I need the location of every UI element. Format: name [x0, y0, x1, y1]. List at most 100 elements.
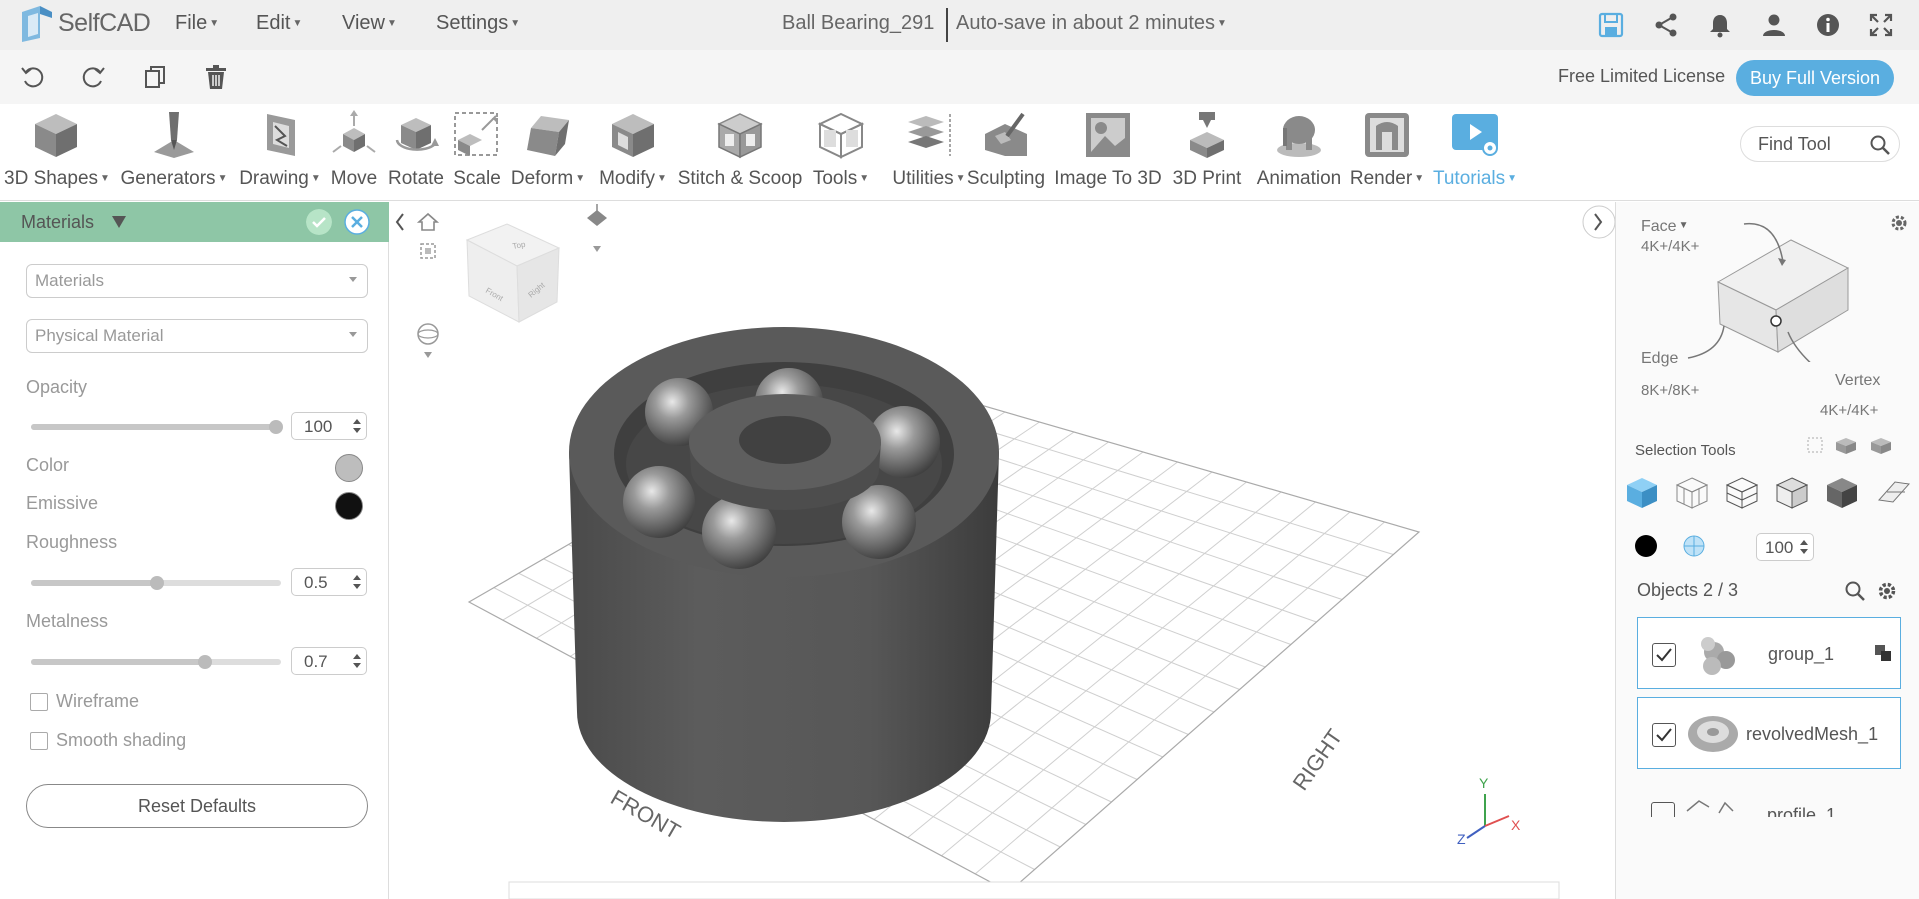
roughness-slider[interactable]: [31, 576, 281, 590]
grid-line: [974, 521, 1385, 875]
slider-thumb[interactable]: [150, 576, 164, 590]
smooth-shading-checkbox[interactable]: [30, 732, 48, 750]
selfcad-logo-icon: [22, 6, 52, 42]
fullscreen-icon[interactable]: [1868, 12, 1894, 38]
group-icon[interactable]: [1874, 644, 1892, 662]
emissive-swatch[interactable]: [335, 492, 363, 520]
tool-render[interactable]: Render ▼: [1346, 110, 1428, 190]
document-title[interactable]: Ball Bearing_291: [782, 12, 934, 35]
menu-view[interactable]: View ▼: [342, 12, 397, 35]
copy-icon[interactable]: [142, 64, 168, 90]
search-objects-icon[interactable]: [1844, 580, 1866, 602]
selection-tools-label: Selection Tools: [1635, 442, 1736, 459]
selection-color-swatch[interactable]: [1635, 535, 1657, 557]
find-tool-search[interactable]: [1740, 126, 1900, 162]
orbit-icon[interactable]: [417, 323, 439, 358]
slider-thumb[interactable]: [198, 655, 212, 669]
3d-viewport[interactable]: Top Front Right FRONT RIGHT Y X Z: [389, 202, 1615, 899]
menu-file[interactable]: File ▼: [175, 12, 219, 35]
reset-defaults-button[interactable]: Reset Defaults: [26, 784, 368, 828]
generator-icon: [154, 112, 194, 158]
sculpting-icon: [985, 112, 1027, 156]
menu-settings[interactable]: Settings ▼: [436, 12, 520, 35]
tool-sculpting[interactable]: Sculpting: [965, 110, 1047, 190]
materials-select[interactable]: Materials: [26, 264, 368, 298]
settings-gear-icon[interactable]: [1889, 213, 1909, 233]
object-visibility-checkbox[interactable]: [1652, 643, 1676, 667]
tool-modify[interactable]: Modify ▼: [593, 110, 673, 190]
chevron-down-icon[interactable]: [112, 216, 126, 228]
info-icon[interactable]: [1815, 12, 1841, 38]
stepper-icon[interactable]: [353, 574, 361, 590]
search-icon[interactable]: [1869, 134, 1891, 156]
slider-thumb[interactable]: [269, 420, 283, 434]
menu-edit[interactable]: Edit ▼: [256, 12, 302, 35]
tool-3d-print[interactable]: 3D Print: [1168, 110, 1246, 190]
metalness-input[interactable]: 0.7: [291, 647, 367, 675]
view-cube[interactable]: Top Front Right: [465, 223, 561, 323]
stepper-icon[interactable]: [353, 418, 361, 434]
chevron-down-icon: ▼: [387, 18, 397, 29]
opacity-slider[interactable]: [31, 420, 283, 434]
camera-view-icon[interactable]: [587, 204, 607, 252]
selection-mode-mini-icons[interactable]: [1806, 434, 1906, 458]
redo-icon[interactable]: [80, 64, 106, 90]
viewport-canvas[interactable]: Top Front Right FRONT RIGHT Y X Z: [389, 202, 1615, 899]
tool-tutorials[interactable]: Tutorials ▼: [1428, 110, 1522, 190]
object-row-revolvedmesh-1[interactable]: revolvedMesh_1: [1637, 697, 1901, 769]
tool-stitch-scoop[interactable]: Stitch & Scoop: [676, 110, 804, 190]
bell-icon[interactable]: [1707, 12, 1733, 38]
checkmark-icon: [1656, 648, 1672, 662]
save-icon[interactable]: [1598, 12, 1624, 38]
roughness-input[interactable]: 0.5: [291, 568, 367, 596]
tool-utilities[interactable]: Utilities ▼: [880, 110, 978, 190]
ball-bearing-model[interactable]: [569, 327, 999, 822]
grid-line: [941, 511, 1351, 857]
object-row-group-1[interactable]: group_1: [1637, 617, 1901, 689]
tool-rotate[interactable]: Rotate: [386, 110, 446, 190]
expand-right-icon[interactable]: [1582, 205, 1615, 239]
fit-view-icon[interactable]: [420, 243, 436, 259]
user-icon[interactable]: [1761, 12, 1787, 38]
vertex-count: 4K+/4K+: [1820, 402, 1879, 419]
tool-generators[interactable]: Generators ▼: [120, 110, 228, 190]
brush-sphere-icon[interactable]: [1683, 535, 1705, 557]
materials-panel-header: Materials: [0, 202, 389, 242]
object-visibility-checkbox[interactable]: [1651, 802, 1675, 817]
tool-animation[interactable]: Animation: [1250, 110, 1348, 190]
color-swatch[interactable]: [335, 454, 363, 482]
undo-icon[interactable]: [20, 64, 46, 90]
physical-material-select[interactable]: Physical Material: [26, 319, 368, 353]
wireframe-checkbox[interactable]: [30, 693, 48, 711]
selection-size-input[interactable]: 100: [1756, 533, 1814, 561]
autosave-status[interactable]: Auto-save in about 2 minutes ▼: [956, 12, 1227, 35]
tool-scale[interactable]: Scale: [449, 110, 505, 190]
tool-deform[interactable]: Deform ▼: [508, 110, 588, 190]
metalness-slider[interactable]: [31, 655, 281, 669]
find-tool-input[interactable]: [1758, 134, 1858, 155]
tool-drawing[interactable]: Drawing ▼: [232, 110, 328, 190]
objects-settings-gear-icon[interactable]: [1876, 580, 1898, 602]
buy-full-version-button[interactable]: Buy Full Version: [1736, 60, 1894, 96]
object-row-profile-1[interactable]: profile_1: [1637, 777, 1901, 817]
materials-panel: Materials Materials Physical Material Op…: [0, 202, 389, 899]
close-icon[interactable]: [344, 209, 370, 235]
selfcad-logo[interactable]: SelfCAD: [18, 4, 151, 42]
tool-label: Tools ▼: [812, 168, 870, 189]
object-visibility-checkbox[interactable]: [1652, 723, 1676, 747]
tool-image-to-3d[interactable]: Image To 3D: [1053, 110, 1163, 190]
stepper-icon[interactable]: [1800, 539, 1808, 555]
tool-tools[interactable]: Tools ▼: [806, 110, 876, 190]
tool-3d-shapes[interactable]: 3D Shapes ▼: [4, 110, 110, 190]
home-icon[interactable]: [416, 212, 440, 231]
tool-move[interactable]: Move: [325, 110, 383, 190]
opacity-input[interactable]: 100: [291, 412, 367, 440]
share-icon[interactable]: [1653, 12, 1679, 38]
selection-tools-row[interactable]: [1625, 474, 1915, 510]
collapse-left-icon[interactable]: [395, 213, 404, 231]
confirm-check-icon[interactable]: [306, 209, 332, 235]
stepper-icon[interactable]: [353, 653, 361, 669]
profile-thumbnail-icon: [1686, 800, 1734, 814]
selection-mode-diagram[interactable]: [1616, 202, 1919, 362]
delete-icon[interactable]: [203, 64, 229, 90]
